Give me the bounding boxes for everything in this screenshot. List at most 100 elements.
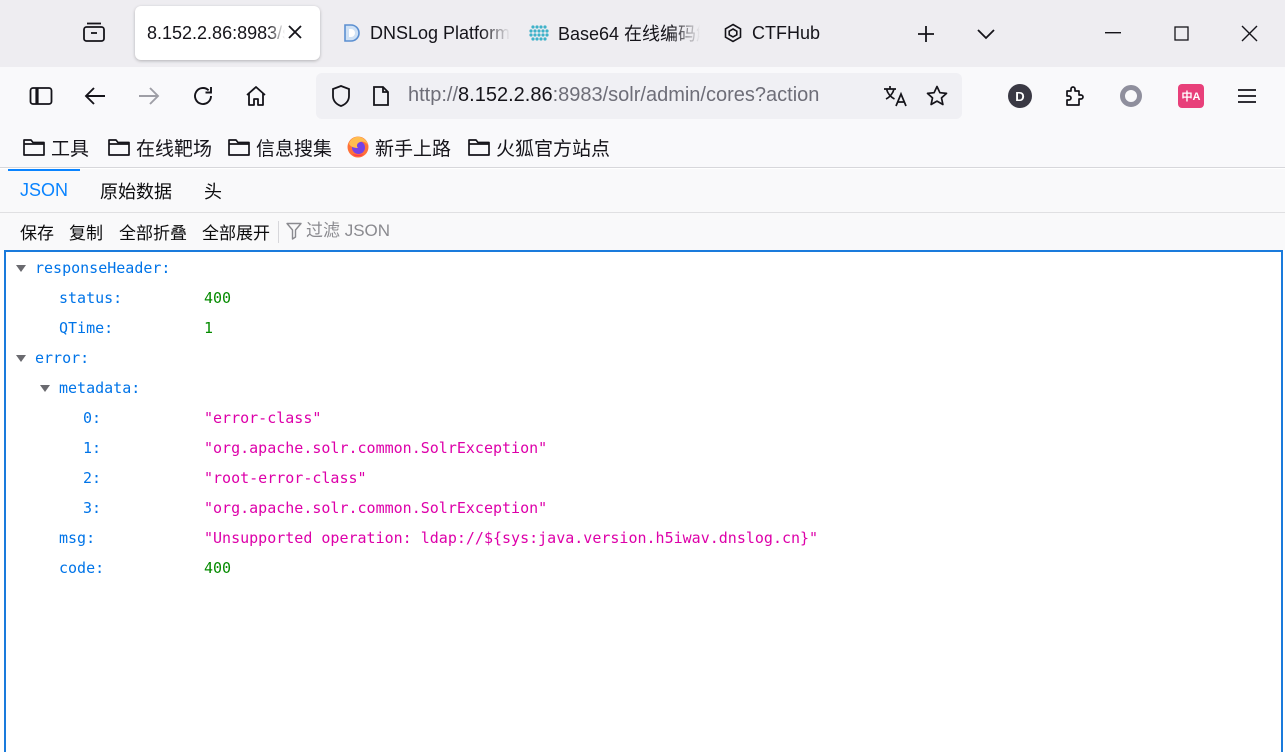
- sidebar-toggle-button[interactable]: [22, 77, 60, 115]
- extensions-button[interactable]: [1056, 77, 1094, 115]
- hamburger-menu-icon: [1238, 89, 1256, 103]
- tab-manager-icon: [81, 20, 107, 49]
- shield-icon: [332, 85, 350, 107]
- filter-box[interactable]: [286, 218, 546, 244]
- tracking-protection-button[interactable]: [326, 81, 356, 111]
- json-value: "org.apache.solr.common.SolrException": [204, 439, 548, 457]
- tab-headers[interactable]: 头: [192, 169, 234, 212]
- bookmark-folder-firefox-official[interactable]: 火狐官方站点: [467, 134, 610, 160]
- ctfhub-favicon-icon: [722, 22, 744, 44]
- json-value: "root-error-class": [204, 469, 367, 487]
- bookmark-folder-online-range[interactable]: 在线靶场: [107, 134, 212, 160]
- bookmark-label: 在线靶场: [136, 138, 213, 160]
- toolbar-divider: [278, 221, 279, 243]
- copy-button[interactable]: 复制: [67, 218, 105, 244]
- url-text[interactable]: http://8.152.2.86:8983/solr/admin/cores?…: [408, 84, 872, 107]
- tab-title: CTFHub: [752, 22, 821, 43]
- collapse-all-button[interactable]: 全部折叠: [117, 218, 189, 244]
- save-button[interactable]: 保存: [18, 218, 56, 244]
- translate-extension-button[interactable]: 中A: [1172, 77, 1210, 115]
- url-host: 8.152.2.86: [458, 84, 553, 106]
- list-all-tabs-button[interactable]: [966, 16, 1006, 52]
- json-row: msg: "Unsupported operation: ldap://${sys…: [6, 523, 1281, 553]
- json-row[interactable]: responseHeader:: [6, 253, 1281, 283]
- json-value: 400: [204, 289, 232, 307]
- site-info-button[interactable]: [366, 81, 396, 111]
- tab-title: DNSLog Platform: [370, 22, 510, 43]
- account-button[interactable]: D: [1001, 77, 1039, 115]
- url-scheme: http://: [408, 84, 459, 106]
- new-tab-button[interactable]: [906, 16, 946, 52]
- sidebar-icon: [29, 87, 53, 105]
- address-bar[interactable]: http://8.152.2.86:8983/solr/admin/cores?…: [316, 73, 962, 119]
- tab-base64[interactable]: Base64 在线编码解码: [528, 6, 700, 60]
- arrow-left-icon: [84, 87, 105, 105]
- translate-button[interactable]: [878, 81, 912, 111]
- home-icon: [246, 86, 266, 106]
- json-key: metadata:: [59, 379, 141, 397]
- expand-triangle-icon[interactable]: [40, 385, 50, 392]
- puzzle-icon: [1066, 86, 1084, 106]
- json-row: 1: "org.apache.solr.common.SolrException": [6, 433, 1281, 463]
- extension-circle-button[interactable]: [1112, 77, 1150, 115]
- tab-manager-button[interactable]: [72, 12, 116, 56]
- json-key: msg:: [59, 529, 96, 547]
- bookmark-label: 信息搜集: [256, 138, 333, 160]
- expand-all-button[interactable]: 全部展开: [200, 218, 272, 244]
- json-key: responseHeader:: [35, 259, 171, 277]
- bookmark-label: 新手上路: [375, 138, 452, 160]
- json-row[interactable]: error:: [6, 343, 1281, 373]
- json-key: 2:: [83, 469, 102, 487]
- tab-title: 8.152.2.86:8983/solr/admin/cores?action: [147, 22, 285, 43]
- json-value: 400: [204, 559, 232, 577]
- dnslog-favicon-icon: [340, 22, 362, 44]
- json-row: code: 400: [6, 553, 1281, 583]
- tab-title: Base64 在线编码解码: [558, 24, 700, 44]
- json-key: 1:: [83, 439, 102, 457]
- minimize-button[interactable]: [1088, 10, 1138, 56]
- reload-button[interactable]: [184, 77, 222, 115]
- bookmark-folder-info-gathering[interactable]: 信息搜集: [227, 134, 332, 160]
- json-value: "Unsupported operation: ldap://${sys:jav…: [204, 529, 819, 547]
- forward-button[interactable]: [130, 77, 168, 115]
- json-viewer-toolbar: 保存 复制 全部折叠 全部展开: [0, 213, 1285, 250]
- back-button[interactable]: [76, 77, 114, 115]
- json-tree: responseHeader: status: 400 QTime: 1 error: me…: [4, 250, 1283, 752]
- maximize-icon: [1173, 25, 1189, 41]
- url-path: :8983/solr/admin/cores?action: [552, 84, 820, 106]
- tab-raw-data[interactable]: 原始数据: [88, 169, 184, 212]
- json-viewer-tabs: JSON 原始数据 头: [0, 169, 1285, 213]
- filter-json-input[interactable]: [306, 221, 526, 241]
- base64-favicon-icon: [528, 22, 550, 44]
- navigation-toolbar: http://8.152.2.86:8983/solr/admin/cores?…: [0, 67, 1285, 125]
- page-icon: [373, 86, 389, 106]
- bookmark-star-button[interactable]: [920, 81, 954, 111]
- expand-triangle-icon[interactable]: [16, 355, 26, 362]
- translate-extension-icon: 中A: [1178, 84, 1204, 108]
- json-value: "org.apache.solr.common.SolrException": [204, 499, 548, 517]
- bookmark-label: 火狐官方站点: [496, 138, 611, 160]
- json-row[interactable]: metadata:: [6, 373, 1281, 403]
- plus-icon: [918, 26, 934, 42]
- json-key: QTime:: [59, 319, 114, 337]
- bookmark-folder-tools[interactable]: 工具: [22, 134, 89, 160]
- circle-extension-icon: [1120, 85, 1142, 107]
- expand-triangle-icon[interactable]: [16, 265, 26, 272]
- app-menu-button[interactable]: [1228, 77, 1266, 115]
- json-row: 3: "org.apache.solr.common.SolrException": [6, 493, 1281, 523]
- tab-json[interactable]: JSON: [8, 169, 81, 212]
- home-button[interactable]: [237, 77, 275, 115]
- reload-icon: [194, 87, 212, 105]
- tab-dnslog[interactable]: DNSLog Platform: [340, 6, 510, 60]
- bookmarks-toolbar: 工具 在线靶场 信息搜集 新手上路 火狐官方站点: [0, 125, 1285, 168]
- firefox-icon: [346, 135, 370, 159]
- tab-ctfhub[interactable]: CTFHub: [722, 6, 852, 60]
- filter-icon: [286, 222, 302, 240]
- json-key: code:: [59, 559, 105, 577]
- bookmark-getting-started[interactable]: 新手上路: [346, 134, 451, 160]
- close-window-button[interactable]: [1224, 10, 1274, 56]
- close-tab-button[interactable]: [284, 21, 306, 43]
- maximize-button[interactable]: [1156, 10, 1206, 56]
- close-icon: [1241, 25, 1257, 41]
- tab-solr-cores[interactable]: 8.152.2.86:8983/solr/admin/cores?action: [135, 6, 320, 60]
